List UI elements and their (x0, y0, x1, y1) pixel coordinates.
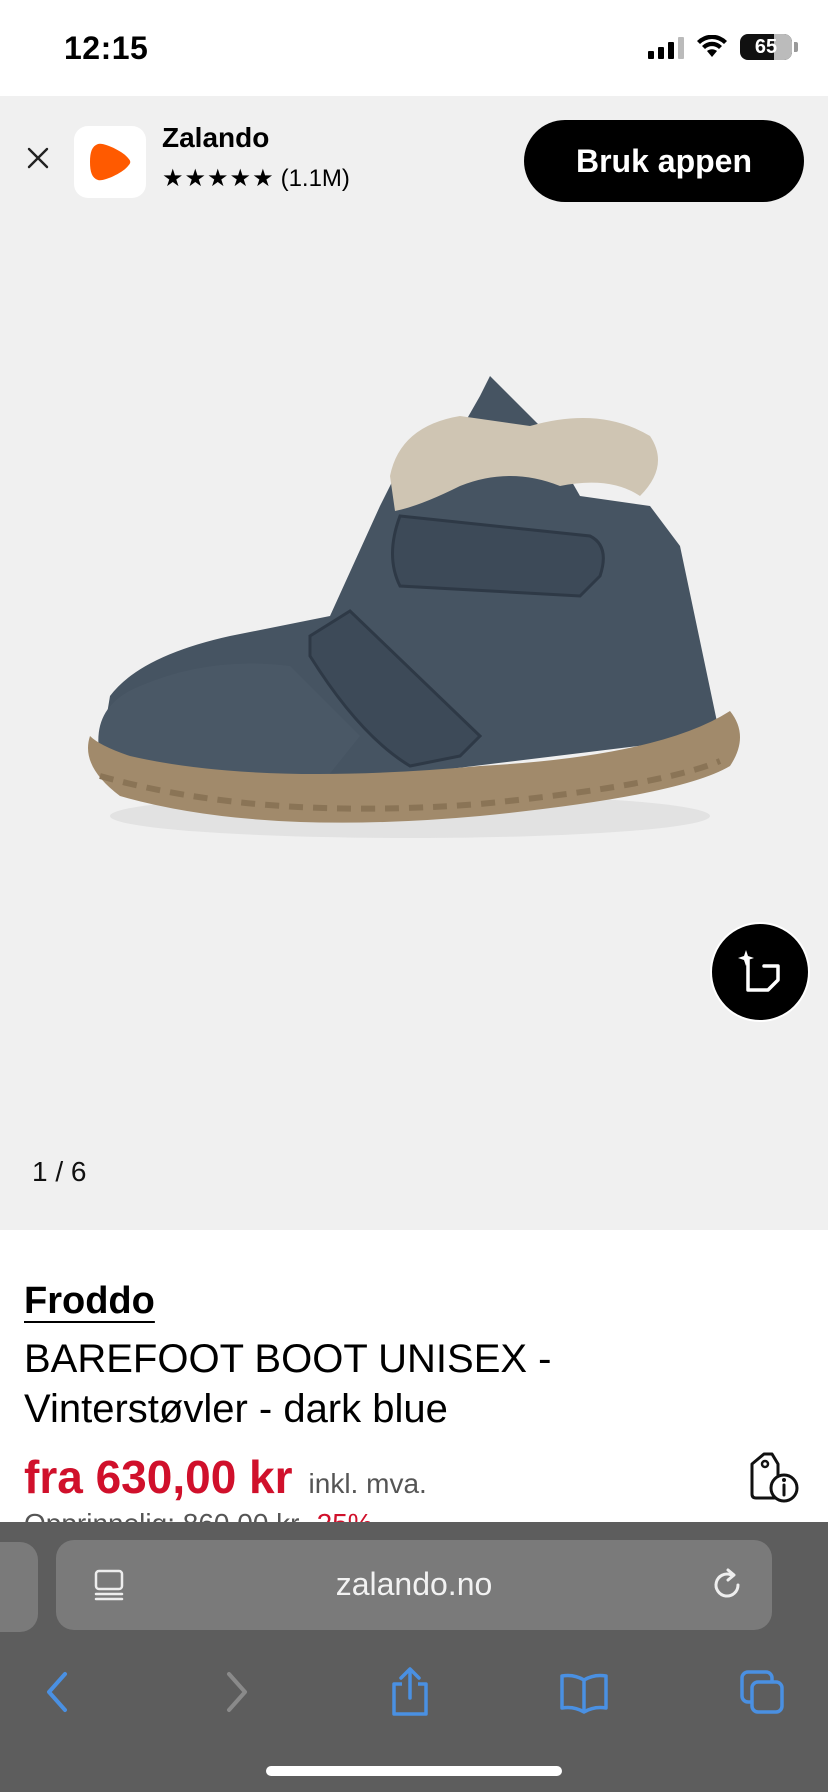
visual-search-icon[interactable] (710, 922, 810, 1022)
smart-app-banner: Zalando ★★★★★ (1.1M) Bruk appen (0, 96, 828, 226)
app-rating: ★★★★★ (1.1M) (162, 164, 350, 193)
back-icon[interactable] (28, 1662, 88, 1722)
product-gallery[interactable]: Zalando ★★★★★ (1.1M) Bruk appen 1 / 6 (0, 96, 828, 1230)
browser-toolbar: zalando.no (0, 1522, 828, 1792)
browser-nav-toolbar (0, 1652, 828, 1748)
image-counter: 1 / 6 (32, 1156, 87, 1187)
product-title: BAREFOOT BOOT UNISEX - Vinterstøvler - d… (24, 1337, 552, 1431)
product-image[interactable] (60, 316, 760, 876)
rating-count: (1.1M) (280, 164, 350, 192)
price-row: fra 630,00 kr inkl. mva. (24, 1450, 427, 1504)
rating-stars: ★★★★★ (162, 165, 275, 192)
wifi-icon (697, 35, 727, 57)
vat-note: inkl. mva. (308, 1468, 427, 1499)
battery-icon: 65 (740, 34, 798, 60)
forward-icon[interactable] (206, 1662, 266, 1722)
previous-tab[interactable] (0, 1542, 38, 1632)
tabs-icon[interactable] (732, 1662, 792, 1722)
home-indicator (266, 1766, 562, 1776)
brand-link[interactable]: Froddo (24, 1280, 155, 1323)
zalando-app-icon (74, 126, 146, 198)
price-tag-info-icon[interactable] (746, 1448, 800, 1504)
product-price: fra 630,00 kr (24, 1451, 293, 1503)
status-bar: 12:15 65 (0, 0, 828, 96)
status-icons: 65 (648, 34, 798, 60)
reload-icon[interactable] (708, 1566, 746, 1604)
status-time: 12:15 (64, 30, 149, 66)
open-app-button[interactable]: Bruk appen (524, 120, 804, 202)
address-bar[interactable]: zalando.no (56, 1540, 772, 1630)
bookmarks-icon[interactable] (554, 1662, 614, 1722)
cellular-signal-icon (648, 35, 684, 59)
product-info: Froddo BAREFOOT BOOT UNISEX - Vinterstøv… (0, 1230, 828, 1539)
app-name: Zalando (162, 122, 270, 153)
close-icon[interactable] (22, 142, 54, 174)
address-text: zalando.no (335, 1566, 493, 1602)
share-icon[interactable] (380, 1662, 440, 1722)
battery-level: 65 (754, 35, 778, 58)
